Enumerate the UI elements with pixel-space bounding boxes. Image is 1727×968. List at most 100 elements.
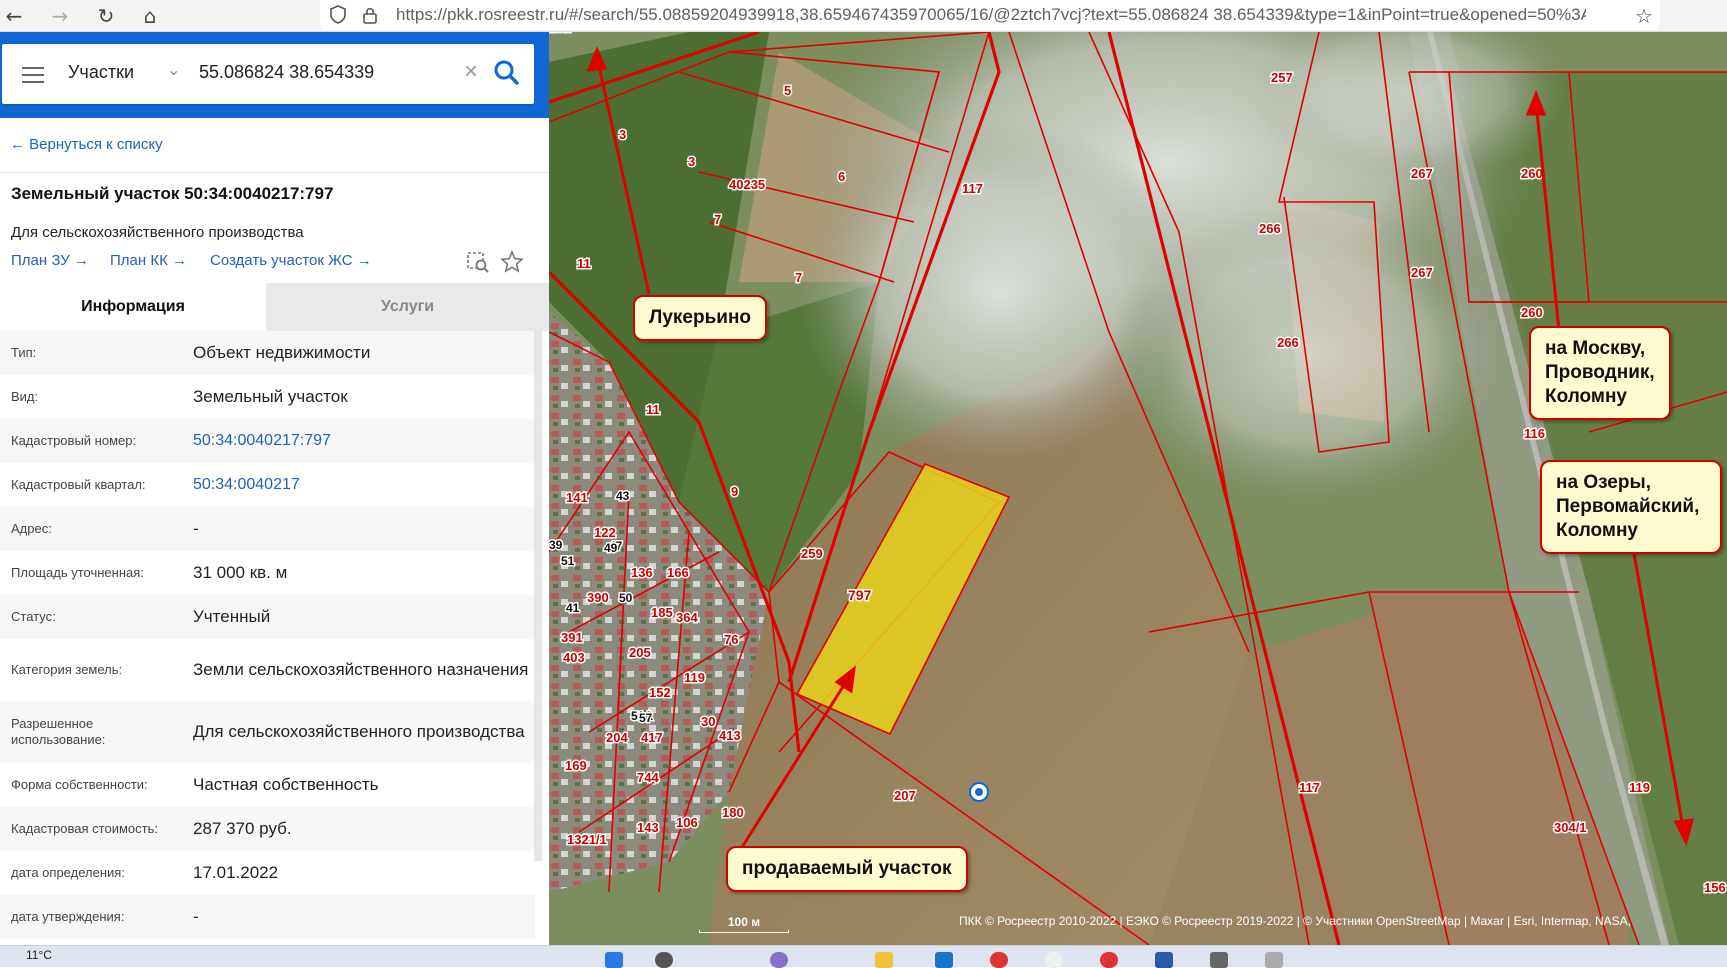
plot-number-label: 11 [577,256,591,271]
plot-number-label: 185 [651,605,673,620]
plot-number-label: 413 [719,728,741,743]
forward-icon[interactable]: → [46,2,74,30]
plot-number-label: 7 [795,270,802,285]
plot-number-label: 257 [1271,70,1293,85]
plot-number-label: 3 [619,127,626,142]
zoom-to-plot-icon[interactable] [466,250,490,274]
plot-number-label: 205 [629,645,651,660]
plot-number-label: 51 [561,554,575,568]
plot-number-label: 260 [1521,166,1543,181]
property-label: Форма собственности: [11,777,148,792]
plot-number-label: 390 [587,590,609,605]
property-value: Для сельскохозяйственного производства [193,722,525,741]
plot-number-label: 152 [649,685,671,700]
callout-to-moscow: на Москву, Проводник, Коломну [1529,326,1671,420]
page-title: Земельный участок 50:34:0040217:797 [11,184,334,203]
divider [0,172,549,173]
app-icon[interactable] [1045,952,1063,968]
property-value: 287 370 руб. [193,819,292,838]
bookmark-star-icon[interactable]: ☆ [1630,2,1658,30]
plot-number-label: 136 [631,565,653,580]
tab-information[interactable]: Информация [0,283,266,331]
create-plot-link[interactable]: Создать участок ЖС → [210,252,372,269]
map-attribution: ПКК © Росреестр 2010-2022 | ЕЭКО © Росре… [959,914,1631,928]
property-label: Адрес: [11,521,52,536]
callout-to-ozery: на Озеры, Первомайский, Коломну [1540,460,1722,554]
clear-icon[interactable]: × [464,58,478,86]
browser-toolbar: ← → ↻ ⌂ https://pkk.rosreestr.ru/#/searc… [0,0,1727,32]
property-row: Площадь уточненная: 31 000 кв. м [0,551,535,595]
plot-number-label: 76 [724,632,738,647]
shield-icon [330,5,346,24]
plan-kk-link[interactable]: План КК → [110,252,187,269]
tab-bar: Информация Услуги [0,283,549,331]
plot-number-label: 141 [566,490,588,505]
search-icon[interactable] [492,58,522,88]
info-panel: Участки ⌄ 55.086824 38.654339 × ← Вернут… [0,32,549,945]
property-row: Форма собственности: Частная собственност… [0,763,535,807]
page-subtitle: Для сельскохозяйственного производства [11,224,304,241]
property-row: Кадастровая стоимость: 287 370 руб. [0,807,535,851]
property-value-link[interactable]: 50:34:0040217:797 [193,429,533,453]
location-marker-dot [975,788,983,796]
menu-icon[interactable] [2,44,58,104]
plot-number-label: 744 [637,770,659,785]
map-view[interactable]: 797 5 257 3 3 40235 6 117 267 260 7 266 7 11 267 260 26… [549,32,1727,945]
property-value: Земли сельскохозяйственного назначения [193,660,529,679]
address-bar[interactable]: https://pkk.rosreestr.ru/#/search/55.088… [320,0,1660,30]
property-value: Земельный участок [193,387,348,406]
plot-number-label: 43 [616,489,630,503]
plan-zu-link[interactable]: План ЗУ → [11,252,89,269]
plot-number-label: 7 [714,212,721,227]
property-row: дата утверждения: - [0,895,535,939]
plot-number-label: 11 [646,402,660,417]
back-to-list-link[interactable]: ← Вернуться к списку [10,136,163,153]
favorite-star-icon[interactable] [500,250,524,274]
plot-number-label: 3 [688,154,695,169]
plot-number-label: 117 [962,181,983,196]
reload-icon[interactable]: ↻ [92,2,120,30]
property-row: Кадастровый номер: 50:34:0040217:797 [0,419,535,463]
plot-number-label: 417 [641,730,663,745]
property-value: - [193,519,199,538]
plot-number-label: 49 [604,541,618,555]
property-value: Частная собственность [193,775,379,794]
app-icon[interactable] [1265,952,1283,968]
app-icon[interactable] [935,952,953,968]
search-taskbar-icon[interactable] [655,952,673,968]
plot-number-label: 260 [1521,305,1543,320]
os-taskbar: 11°C [0,945,1727,968]
chevron-down-icon[interactable]: ⌄ [167,60,180,80]
plot-number-label: 267 [1411,166,1433,181]
weather-widget[interactable]: 11°C [26,948,52,962]
home-icon[interactable]: ⌂ [136,2,164,30]
property-row: Статус: Учтенный [0,595,535,639]
plot-number-label: 119 [684,670,705,685]
app-icon[interactable] [990,952,1008,968]
plot-number-label: 6 [838,169,845,184]
folder-icon[interactable] [875,952,893,968]
app-icon[interactable] [770,952,788,968]
app-icon[interactable] [1210,952,1228,968]
layer-select[interactable]: Участки [68,62,134,83]
search-box[interactable]: Участки ⌄ 55.086824 38.654339 × [2,44,534,104]
panel-scrollbar[interactable] [534,331,542,861]
property-value: - [193,907,199,926]
plot-number-label: 166 [667,565,689,580]
tab-services[interactable]: Услуги [266,283,549,331]
property-label: Статус: [11,609,56,624]
plot-number-label: 304/1 [1554,820,1587,835]
plot-number-label: 266 [1277,335,1299,350]
search-input[interactable]: 55.086824 38.654339 [199,62,374,83]
property-value: Учтенный [193,607,271,626]
property-value-link[interactable]: 50:34:0040217 [193,473,533,497]
app-icon[interactable] [1155,952,1173,968]
back-icon[interactable]: ← [0,2,28,30]
property-label: Вид: [11,389,39,404]
start-icon[interactable] [605,952,623,968]
plot-number-label: 106 [676,815,698,830]
property-value: 31 000 кв. м [193,563,288,582]
app-icon[interactable] [1100,952,1118,968]
plot-number-label: 41 [566,601,580,615]
plot-number-label: 5 [784,83,791,98]
